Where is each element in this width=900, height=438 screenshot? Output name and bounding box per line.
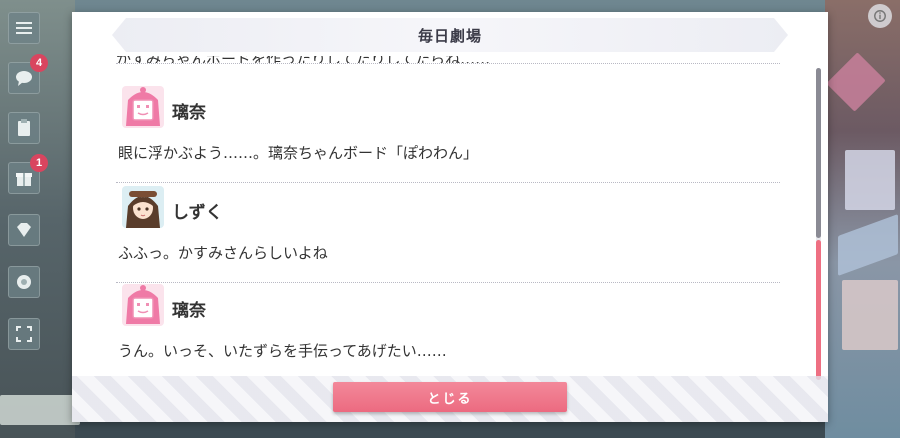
- gem-button[interactable]: [8, 214, 40, 246]
- dialogue-entry: 璃奈 うん。いっそ、いたずらを手伝ってあげたい……: [116, 284, 780, 368]
- shizuku-avatar: [122, 186, 164, 228]
- speaker-name: 璃奈: [172, 103, 206, 123]
- theater-log-modal: 毎日劇場 かすみちゃんボードを作ったりしてたりしてたらね…… 璃奈 眼に浮かぶよ…: [72, 12, 828, 422]
- fullscreen-icon: [16, 326, 32, 342]
- gem-icon: [17, 223, 31, 237]
- dialogue-log[interactable]: かすみちゃんボードを作ったりしてたりしてたらね…… 璃奈 眼に浮かぶよう……。璃…: [116, 56, 780, 368]
- clipboard-icon: [18, 119, 30, 136]
- dialogue-entry: 璃奈 眼に浮かぶよう……。璃奈ちゃんボード「ぽわわん」: [116, 86, 780, 183]
- scrollbar-track-upper: [816, 68, 821, 238]
- close-button[interactable]: とじる: [333, 382, 567, 412]
- speaker-name: しずく: [172, 203, 223, 223]
- log-scrollbar[interactable]: [816, 68, 821, 380]
- dialogue-text: うん。いっそ、いたずらを手伝ってあげたい……: [118, 342, 447, 360]
- clipboard-button[interactable]: [8, 112, 40, 144]
- menu-button[interactable]: [8, 12, 40, 44]
- mission-button[interactable]: [8, 266, 40, 298]
- background-sign-bottom: [0, 395, 80, 425]
- menu-icon: [16, 22, 32, 34]
- speaker-name: 璃奈: [172, 301, 206, 321]
- modal-title: 毎日劇場: [417, 26, 482, 45]
- fullscreen-button[interactable]: [8, 318, 40, 350]
- background-stand: [842, 280, 898, 350]
- rina-board-avatar: [122, 284, 164, 326]
- partial-previous-line: かすみちゃんボードを作ったりしてたりしてたらね……: [116, 56, 780, 64]
- help-button[interactable]: [868, 4, 892, 28]
- modal-title-bar: 毎日劇場: [112, 18, 788, 52]
- help-icon: [874, 10, 886, 22]
- rina-board-avatar: [122, 86, 164, 128]
- dialogue-text: 眼に浮かぶよう……。璃奈ちゃんボード「ぽわわん」: [118, 144, 479, 162]
- gift-badge: 1: [30, 154, 48, 172]
- chat-badge: 4: [30, 54, 48, 72]
- background-poster: [845, 150, 895, 210]
- chat-bubble-icon: [16, 71, 32, 86]
- scrollbar-thumb[interactable]: [816, 240, 821, 380]
- gift-icon: [16, 173, 32, 186]
- dialogue-text: ふふっ。かすみさんらしいよね: [118, 244, 328, 262]
- dialogue-entry: しずく ふふっ。かすみさんらしいよね: [116, 186, 780, 283]
- mission-icon: [17, 275, 31, 289]
